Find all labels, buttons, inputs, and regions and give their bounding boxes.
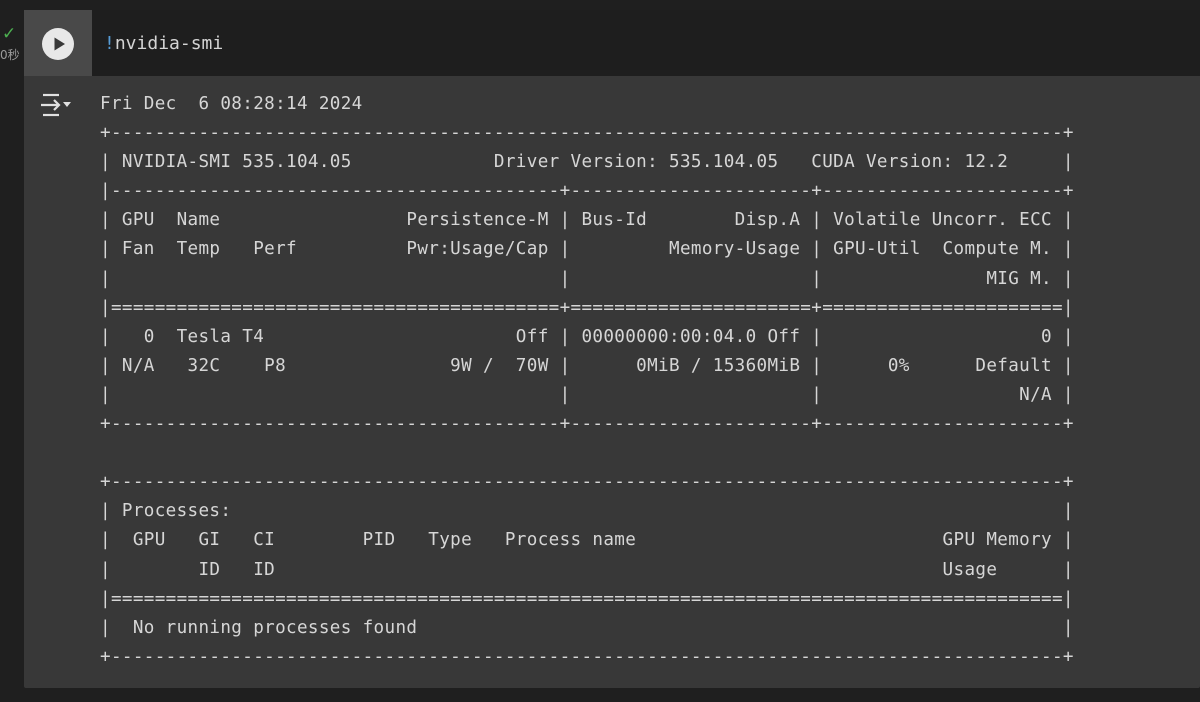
output-line: +---------------------------------------…: [100, 414, 1074, 435]
cell-output: Fri Dec 6 08:28:14 2024 +----------------…: [100, 90, 1074, 672]
success-check-icon: ✓: [2, 24, 17, 44]
output-line: Fri Dec 6 08:28:14 2024: [100, 94, 363, 114]
output-line: +---------------------------------------…: [100, 646, 1074, 667]
shell-command: nvidia-smi: [114, 33, 224, 54]
code-line[interactable]: !nvidia-smi: [104, 32, 223, 56]
output-line: | GPU Name Persistence-M | Bus-Id Disp.A…: [100, 210, 1074, 231]
code-cell[interactable]: !nvidia-smi Fri Dec 6 08:28:14 2024 +----…: [24, 10, 1200, 688]
play-icon: [54, 37, 65, 51]
cell-status-gutter: ✓ 0秒: [0, 0, 24, 702]
notebook-page: ✓ 0秒 !nvidia-smi Fri Dec 6 08:28:14 2024…: [0, 0, 1200, 702]
output-line: | N/A 32C P8 9W / 70W | 0MiB / 15360MiB …: [100, 355, 1074, 376]
output-line: | GPU GI CI PID Type Process name GPU Me…: [100, 530, 1074, 551]
output-line: | Fan Temp Perf Pwr:Usage/Cap | Memory-U…: [100, 239, 1074, 260]
output-line: | | | N/A |: [100, 384, 1074, 405]
run-gutter: [24, 10, 92, 76]
output-toggle-icon: [41, 93, 71, 117]
output-line: | No running processes found |: [100, 617, 1074, 638]
execution-time: 0秒: [0, 48, 20, 62]
code-editor[interactable]: !nvidia-smi: [24, 10, 1200, 76]
shell-bang: !: [104, 33, 115, 54]
output-line: +---------------------------------------…: [100, 472, 1074, 493]
output-line: |=======================================…: [100, 588, 1074, 609]
output-line: | ID ID Usage |: [100, 559, 1074, 580]
output-line: |=======================================…: [100, 297, 1074, 318]
output-line: +---------------------------------------…: [100, 123, 1074, 144]
run-cell-button[interactable]: [42, 28, 74, 60]
output-toggle-button[interactable]: [40, 90, 74, 120]
output-line: | 0 Tesla T4 Off | 00000000:00:04.0 Off …: [100, 326, 1074, 347]
output-line: | | | MIG M. |: [100, 268, 1074, 289]
output-line: |---------------------------------------…: [100, 181, 1074, 202]
output-line: | Processes: |: [100, 501, 1074, 522]
output-line: | NVIDIA-SMI 535.104.05 Driver Version: …: [100, 152, 1074, 173]
